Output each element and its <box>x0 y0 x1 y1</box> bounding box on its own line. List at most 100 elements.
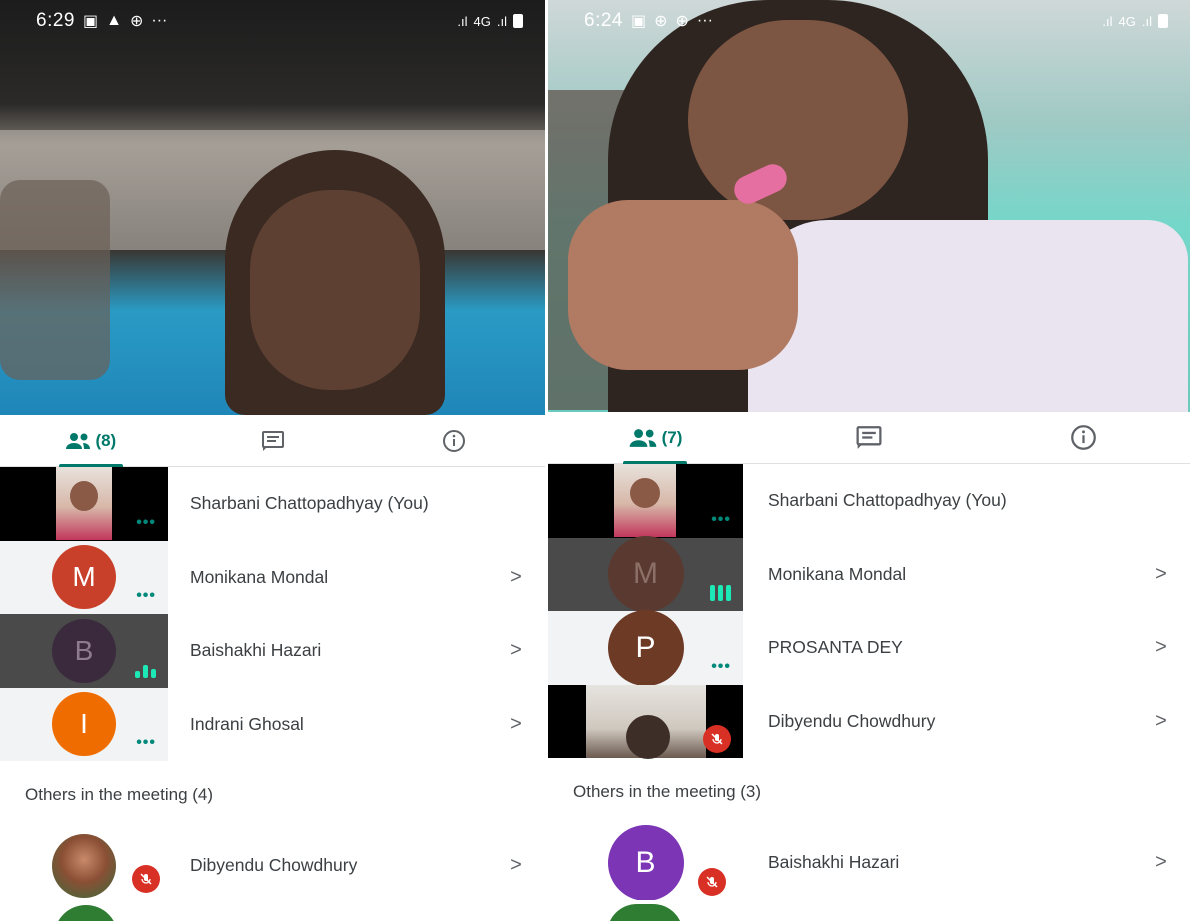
participant-row[interactable]: M ••• Monikana Mondal > <box>0 540 545 614</box>
status-time: 6:29 <box>36 10 75 31</box>
avatar: P <box>607 609 684 686</box>
speaking-dots-icon: ••• <box>136 587 156 604</box>
participant-row[interactable]: ••• Sharbani Chattopadhyay (You) <box>0 467 545 541</box>
participant-video-thumbnail: ••• <box>0 467 168 541</box>
speaking-dots-icon: ••• <box>136 734 156 751</box>
warning-icon: ▲ <box>106 12 122 29</box>
avatar: B <box>52 618 116 683</box>
self-video-frame <box>56 467 112 540</box>
chat-icon <box>856 426 882 449</box>
tab-people[interactable]: (7) <box>548 412 762 463</box>
speaking-dots-icon: ••• <box>711 657 731 675</box>
person-clothing <box>748 220 1188 412</box>
participant-name: Indrani Ghosal <box>190 713 304 734</box>
info-icon <box>1070 425 1096 450</box>
battery-icon <box>1158 14 1168 28</box>
battery-icon <box>513 14 523 28</box>
status-bar: 6:24 ▣ ⊕ ⊕ ··· .ıl 4G .ıl <box>548 6 1190 36</box>
left-screenshot: 6:29 ▣ ▲ ⊕ ··· .ıl 4G .ıl (8) ••• Sharba… <box>0 0 545 921</box>
signal-icon: .ıl <box>457 13 468 29</box>
audio-level-icon <box>710 585 731 601</box>
avatar-photo <box>607 903 683 921</box>
vpn-icon: ⊕ <box>654 13 668 30</box>
chevron-right-icon[interactable]: > <box>507 854 525 877</box>
avatar-photo <box>52 833 116 898</box>
participant-name: Baishakhi Hazari <box>768 852 900 873</box>
participant-name: Sharbani Chattopadhyay (You) <box>190 493 429 514</box>
participant-list: ••• Sharbani Chattopadhyay (You) M ••• M… <box>0 467 545 921</box>
participant-row[interactable]: Dibyendu Chowdhury > <box>0 829 545 903</box>
participant-row[interactable]: B Baishakhi Hazari > <box>0 614 545 688</box>
network-type: 4G <box>1118 13 1136 29</box>
signal-icon: .ıl <box>1102 13 1113 29</box>
participant-name: Baishakhi Hazari <box>190 640 322 661</box>
participant-list: ••• Sharbani Chattopadhyay (You) M Monik… <box>548 464 1190 921</box>
chevron-right-icon[interactable]: > <box>1152 563 1170 586</box>
self-video-frame <box>614 464 676 537</box>
others-section-header: Others in the meeting (3) <box>573 782 762 801</box>
participant-row[interactable]: M Monikana Mondal > <box>548 536 1190 613</box>
participant-thumbnail: I ••• <box>0 687 168 761</box>
audio-level-icon <box>135 664 156 678</box>
participant-thumbnail: B <box>548 824 743 901</box>
chevron-right-icon[interactable]: > <box>507 639 525 662</box>
participant-name: Monikana Mondal <box>768 563 907 584</box>
speaking-dots-icon: ••• <box>711 510 731 528</box>
avatar-photo <box>54 904 118 921</box>
participant-row-partial[interactable] <box>0 902 545 921</box>
image-icon: ▣ <box>630 13 647 30</box>
tab-chat[interactable] <box>762 412 976 463</box>
main-video-feed: 6:29 ▣ ▲ ⊕ ··· .ıl 4G .ıl <box>0 0 545 415</box>
participant-thumbnail: M <box>548 536 743 613</box>
more-icon: ··· <box>696 12 713 29</box>
participant-thumbnail <box>0 829 168 903</box>
chevron-right-icon[interactable]: > <box>507 713 525 736</box>
tab-info[interactable] <box>976 412 1190 463</box>
more-icon: ··· <box>151 12 168 29</box>
chat-icon <box>261 430 284 451</box>
cloth-pile <box>0 180 110 380</box>
people-count: (8) <box>95 430 117 450</box>
participant-name: Monikana Mondal <box>190 566 329 587</box>
status-bar: 6:29 ▣ ▲ ⊕ ··· .ıl 4G .ıl <box>0 6 545 36</box>
chevron-right-icon[interactable]: > <box>1152 851 1170 874</box>
avatar: I <box>52 692 116 757</box>
avatar: M <box>607 536 684 613</box>
signal-icon-2: .ıl <box>1141 13 1152 29</box>
participant-row[interactable]: B Baishakhi Hazari > <box>548 824 1190 901</box>
right-screenshot: 6:24 ▣ ⊕ ⊕ ··· .ıl 4G .ıl (7) ••• Sharba… <box>548 0 1190 921</box>
participant-name: Dibyendu Chowdhury <box>190 855 358 876</box>
participant-row[interactable]: Dibyendu Chowdhury > <box>548 684 1190 759</box>
status-time: 6:24 <box>584 10 623 31</box>
participant-video-thumbnail <box>548 684 743 759</box>
tab-people[interactable]: (8) <box>0 415 182 466</box>
chevron-right-icon[interactable]: > <box>507 566 525 589</box>
participant-row[interactable]: ••• Sharbani Chattopadhyay (You) <box>548 464 1190 538</box>
participant-thumbnail: P ••• <box>548 609 743 686</box>
tab-bar: (8) <box>0 415 545 467</box>
participant-thumbnail <box>0 902 168 921</box>
speaking-dots-icon: ••• <box>136 513 156 531</box>
person-face <box>250 190 420 390</box>
chevron-right-icon[interactable]: > <box>1152 636 1170 659</box>
participant-thumbnail <box>548 899 743 921</box>
participant-row[interactable]: P ••• PROSANTA DEY > <box>548 609 1190 686</box>
tab-chat[interactable] <box>182 415 364 466</box>
tab-info[interactable] <box>363 415 545 466</box>
remote-video-frame <box>586 684 706 759</box>
avatar: M <box>52 545 116 610</box>
signal-icon-2: .ıl <box>496 13 507 29</box>
participant-row-partial[interactable] <box>548 899 1190 921</box>
people-icon <box>66 432 91 449</box>
vpn-icon: ⊕ <box>129 13 144 30</box>
participant-name: Dibyendu Chowdhury <box>768 710 936 731</box>
tab-bar: (7) <box>548 412 1190 464</box>
mic-off-icon <box>703 724 731 753</box>
participant-name: PROSANTA DEY <box>768 637 903 658</box>
person-hand <box>568 200 798 370</box>
info-icon <box>443 429 466 452</box>
chevron-right-icon[interactable]: > <box>1152 710 1170 733</box>
participant-thumbnail: M ••• <box>0 540 168 614</box>
others-section-header: Others in the meeting (4) <box>25 785 214 804</box>
participant-row[interactable]: I ••• Indrani Ghosal > <box>0 687 545 761</box>
